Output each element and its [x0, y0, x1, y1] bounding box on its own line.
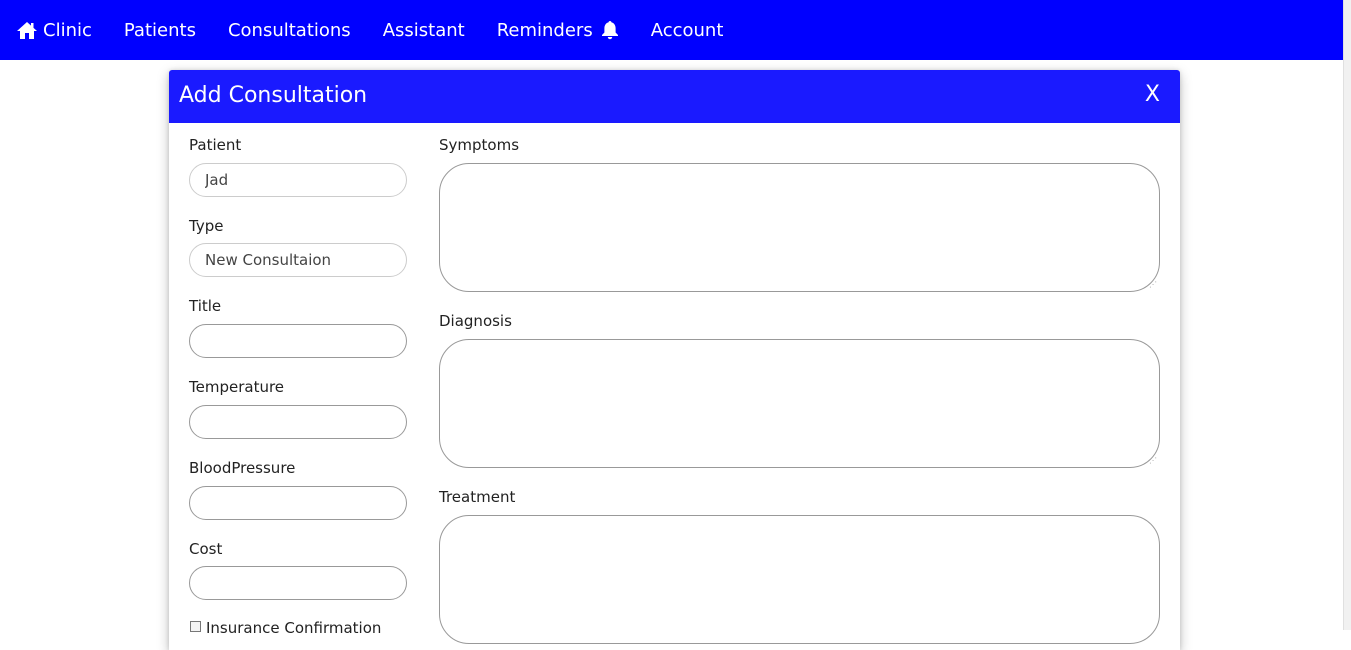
treatment-label: Treatment — [439, 488, 516, 506]
modal-title: Add Consultation — [179, 83, 368, 108]
nav-item-label: Reminders — [496, 19, 593, 41]
patient-label: Patient — [189, 136, 242, 154]
nav-item-label: Patients — [123, 19, 196, 41]
cost-label: Cost — [189, 540, 223, 558]
modal-header: Add Consultation X — [169, 70, 1180, 123]
insurance-label: Insurance Confirmation — [206, 619, 382, 637]
home-icon — [16, 21, 38, 40]
nav-item-patients[interactable]: Patients — [124, 20, 196, 41]
resize-grip-icon[interactable]: ⋰ — [1149, 281, 1157, 289]
symptoms-label: Symptoms — [439, 136, 520, 154]
nav-item-label: Account — [650, 19, 724, 41]
nav-item-assistant[interactable]: Assistant — [383, 20, 465, 41]
close-button[interactable]: X — [1145, 82, 1160, 107]
treatment-textarea[interactable] — [439, 515, 1160, 644]
resize-grip-icon[interactable]: ⋰ — [1149, 457, 1157, 465]
nav-brand-clinic[interactable]: Clinic — [16, 20, 92, 41]
top-navbar: Clinic Patients Consultations Assistant … — [0, 0, 1344, 60]
type-field[interactable] — [189, 243, 407, 277]
nav-brand-label: Clinic — [43, 19, 92, 41]
nav-item-reminders[interactable]: Reminders — [497, 20, 619, 41]
nav-item-label: Consultations — [227, 19, 351, 41]
patient-field[interactable] — [189, 163, 407, 197]
type-label: Type — [189, 217, 224, 235]
diagnosis-textarea[interactable] — [439, 339, 1160, 468]
bell-icon — [601, 20, 619, 40]
insurance-checkbox[interactable] — [190, 621, 201, 632]
nav-item-account[interactable]: Account — [651, 20, 724, 41]
title-label: Title — [189, 297, 222, 315]
cost-field[interactable] — [189, 566, 407, 600]
nav-item-consultations[interactable]: Consultations — [228, 20, 351, 41]
blood-pressure-field[interactable] — [189, 486, 407, 520]
page-scrollbar[interactable] — [1343, 0, 1351, 630]
diagnosis-label: Diagnosis — [439, 312, 512, 330]
nav-item-label: Assistant — [382, 19, 465, 41]
symptoms-textarea[interactable] — [439, 163, 1160, 292]
temperature-label: Temperature — [189, 378, 285, 396]
temperature-field[interactable] — [189, 405, 407, 439]
add-consultation-modal: Add Consultation X Patient Type Title Te… — [169, 70, 1180, 650]
title-field[interactable] — [189, 324, 407, 358]
blood-pressure-label: BloodPressure — [189, 459, 296, 477]
